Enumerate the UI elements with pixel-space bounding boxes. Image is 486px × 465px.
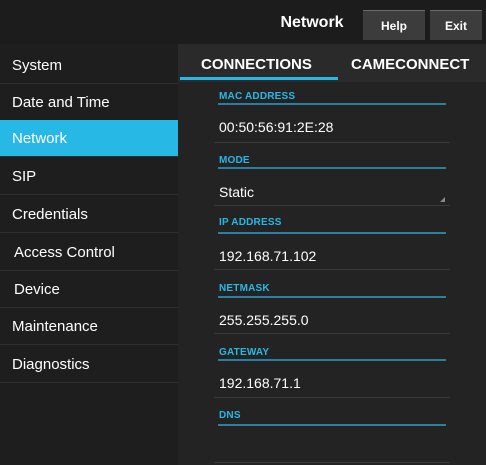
tab-cameconnect[interactable]: CAMECONNECT bbox=[351, 56, 469, 73]
ip-address-field[interactable]: 192.168.71.102 bbox=[219, 248, 316, 264]
sidebar-item-device[interactable]: Device bbox=[0, 271, 178, 308]
dropdown-corner-icon[interactable] bbox=[440, 197, 445, 202]
ip-address-label: IP ADDRESS bbox=[219, 217, 282, 228]
exit-button[interactable]: Exit bbox=[430, 10, 482, 40]
ip-address-rule bbox=[218, 232, 446, 234]
help-button[interactable]: Help bbox=[363, 10, 425, 40]
mode-underline bbox=[214, 205, 450, 206]
header-bar: Network Help Exit bbox=[0, 0, 486, 44]
sidebar-item-date-and-time[interactable]: Date and Time bbox=[0, 84, 178, 121]
main-panel: CONNECTIONS CAMECONNECT MAC ADDRESS 00:5… bbox=[178, 44, 486, 465]
tab-connections[interactable]: CONNECTIONS bbox=[201, 56, 312, 73]
sidebar-item-access-control[interactable]: Access Control bbox=[0, 234, 178, 271]
mode-rule bbox=[218, 167, 446, 169]
sidebar-item-label: SIP bbox=[12, 167, 37, 185]
netmask-underline bbox=[214, 333, 450, 334]
netmask-field[interactable]: 255.255.255.0 bbox=[219, 312, 309, 328]
gateway-field[interactable]: 192.168.71.1 bbox=[219, 375, 301, 391]
active-tab-indicator bbox=[180, 77, 338, 80]
sidebar-item-label: Credentials bbox=[12, 205, 88, 223]
sidebar-item-label: Maintenance bbox=[12, 317, 98, 335]
mode-label: MODE bbox=[219, 155, 250, 166]
mac-address-label: MAC ADDRESS bbox=[219, 91, 296, 102]
ip-address-underline bbox=[214, 269, 450, 270]
dns-rule bbox=[218, 424, 446, 426]
sidebar-item-label: Date and Time bbox=[12, 93, 110, 111]
sidebar-item-label: System bbox=[12, 56, 63, 74]
dns-underline bbox=[214, 462, 450, 463]
dns-label: DNS bbox=[219, 410, 241, 421]
sidebar-item-label: Device bbox=[14, 280, 60, 298]
mode-select[interactable]: Static bbox=[219, 184, 254, 200]
sidebar-item-label: Diagnostics bbox=[12, 355, 90, 373]
mac-address-rule bbox=[218, 103, 446, 105]
page-title: Network bbox=[280, 14, 344, 31]
sidebar-item-label: Network bbox=[12, 129, 68, 147]
sidebar-item-system[interactable]: System bbox=[0, 47, 178, 84]
mac-address-field[interactable]: 00:50:56:91:2E:28 bbox=[219, 119, 333, 135]
sidebar-item-sip[interactable]: SIP bbox=[0, 158, 178, 195]
sidebar-item-network[interactable]: Network bbox=[0, 120, 178, 157]
sidebar-item-diagnostics[interactable]: Diagnostics bbox=[0, 346, 178, 383]
mac-address-underline bbox=[214, 142, 450, 143]
gateway-underline bbox=[214, 397, 450, 398]
gateway-label: GATEWAY bbox=[219, 347, 270, 358]
tab-bar: CONNECTIONS CAMECONNECT bbox=[178, 44, 486, 82]
sidebar-item-maintenance[interactable]: Maintenance bbox=[0, 308, 178, 345]
netmask-label: NETMASK bbox=[219, 283, 270, 294]
sidebar-item-label: Access Control bbox=[14, 243, 115, 261]
sidebar: System Date and Time Network SIP Credent… bbox=[0, 44, 178, 465]
sidebar-item-credentials[interactable]: Credentials bbox=[0, 196, 178, 233]
gateway-rule bbox=[218, 359, 446, 361]
netmask-rule bbox=[218, 296, 446, 298]
app-window: Network Help Exit System Date and Time N… bbox=[0, 0, 486, 465]
